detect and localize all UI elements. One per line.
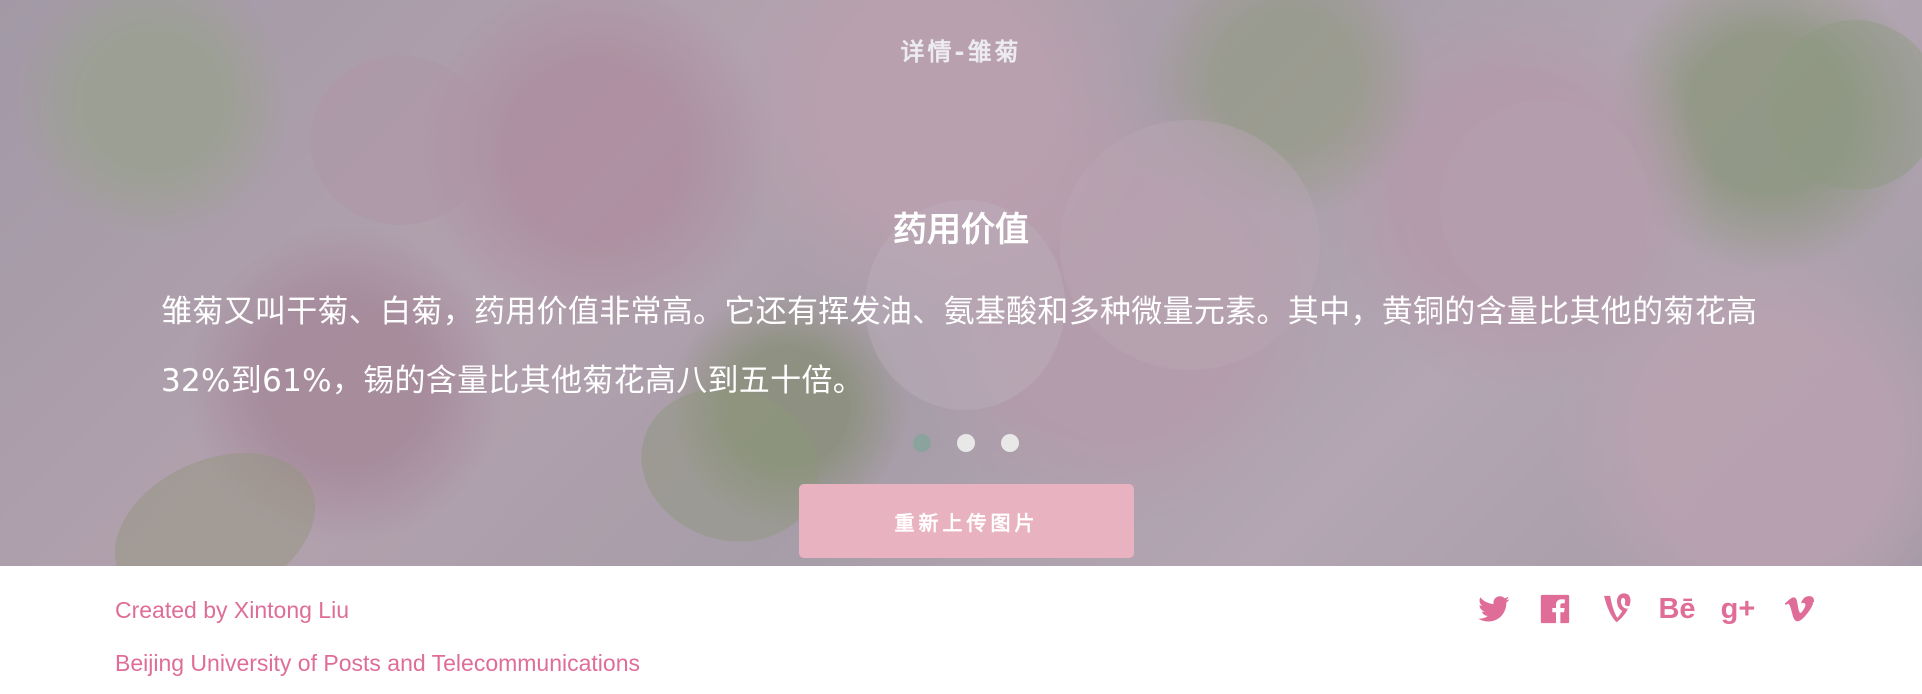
facebook-icon (1540, 594, 1570, 624)
vimeo-icon (1784, 596, 1815, 622)
institution-credit: Beijing University of Posts and Telecomm… (115, 650, 640, 676)
behance-icon[interactable]: Bē (1658, 590, 1696, 628)
carousel-dot-1[interactable] (913, 434, 931, 452)
facebook-icon[interactable] (1536, 590, 1574, 628)
vine-icon[interactable] (1597, 590, 1635, 628)
carousel-dot-2[interactable] (957, 434, 975, 452)
carousel-indicators (913, 434, 1019, 452)
vimeo-icon[interactable] (1780, 590, 1818, 628)
medicinal-value-heading: 药用价值 (893, 209, 1029, 250)
carousel-dot-3[interactable] (1001, 434, 1019, 452)
google-plus-icon[interactable]: g+ (1719, 590, 1757, 628)
hero-section: 详情-雏菊 药用价值 雏菊又叫干菊、白菊，药用价值非常高。它还有挥发油、氨基酸和… (0, 0, 1922, 566)
site-footer: Created by Xintong Liu Beijing Universit… (0, 566, 1922, 694)
reupload-image-button[interactable]: 重新上传图片 (799, 484, 1134, 558)
twitter-icon (1478, 596, 1510, 622)
vine-icon (1604, 593, 1631, 623)
social-links: Bē g+ (1475, 590, 1818, 628)
medicinal-value-description: 雏菊又叫干菊、白菊，药用价值非常高。它还有挥发油、氨基酸和多种微量元素。其中，黄… (161, 294, 1758, 399)
creator-credit: Created by Xintong Liu (115, 597, 349, 623)
twitter-icon[interactable] (1475, 590, 1513, 628)
page-title: 详情-雏菊 (900, 38, 1022, 66)
